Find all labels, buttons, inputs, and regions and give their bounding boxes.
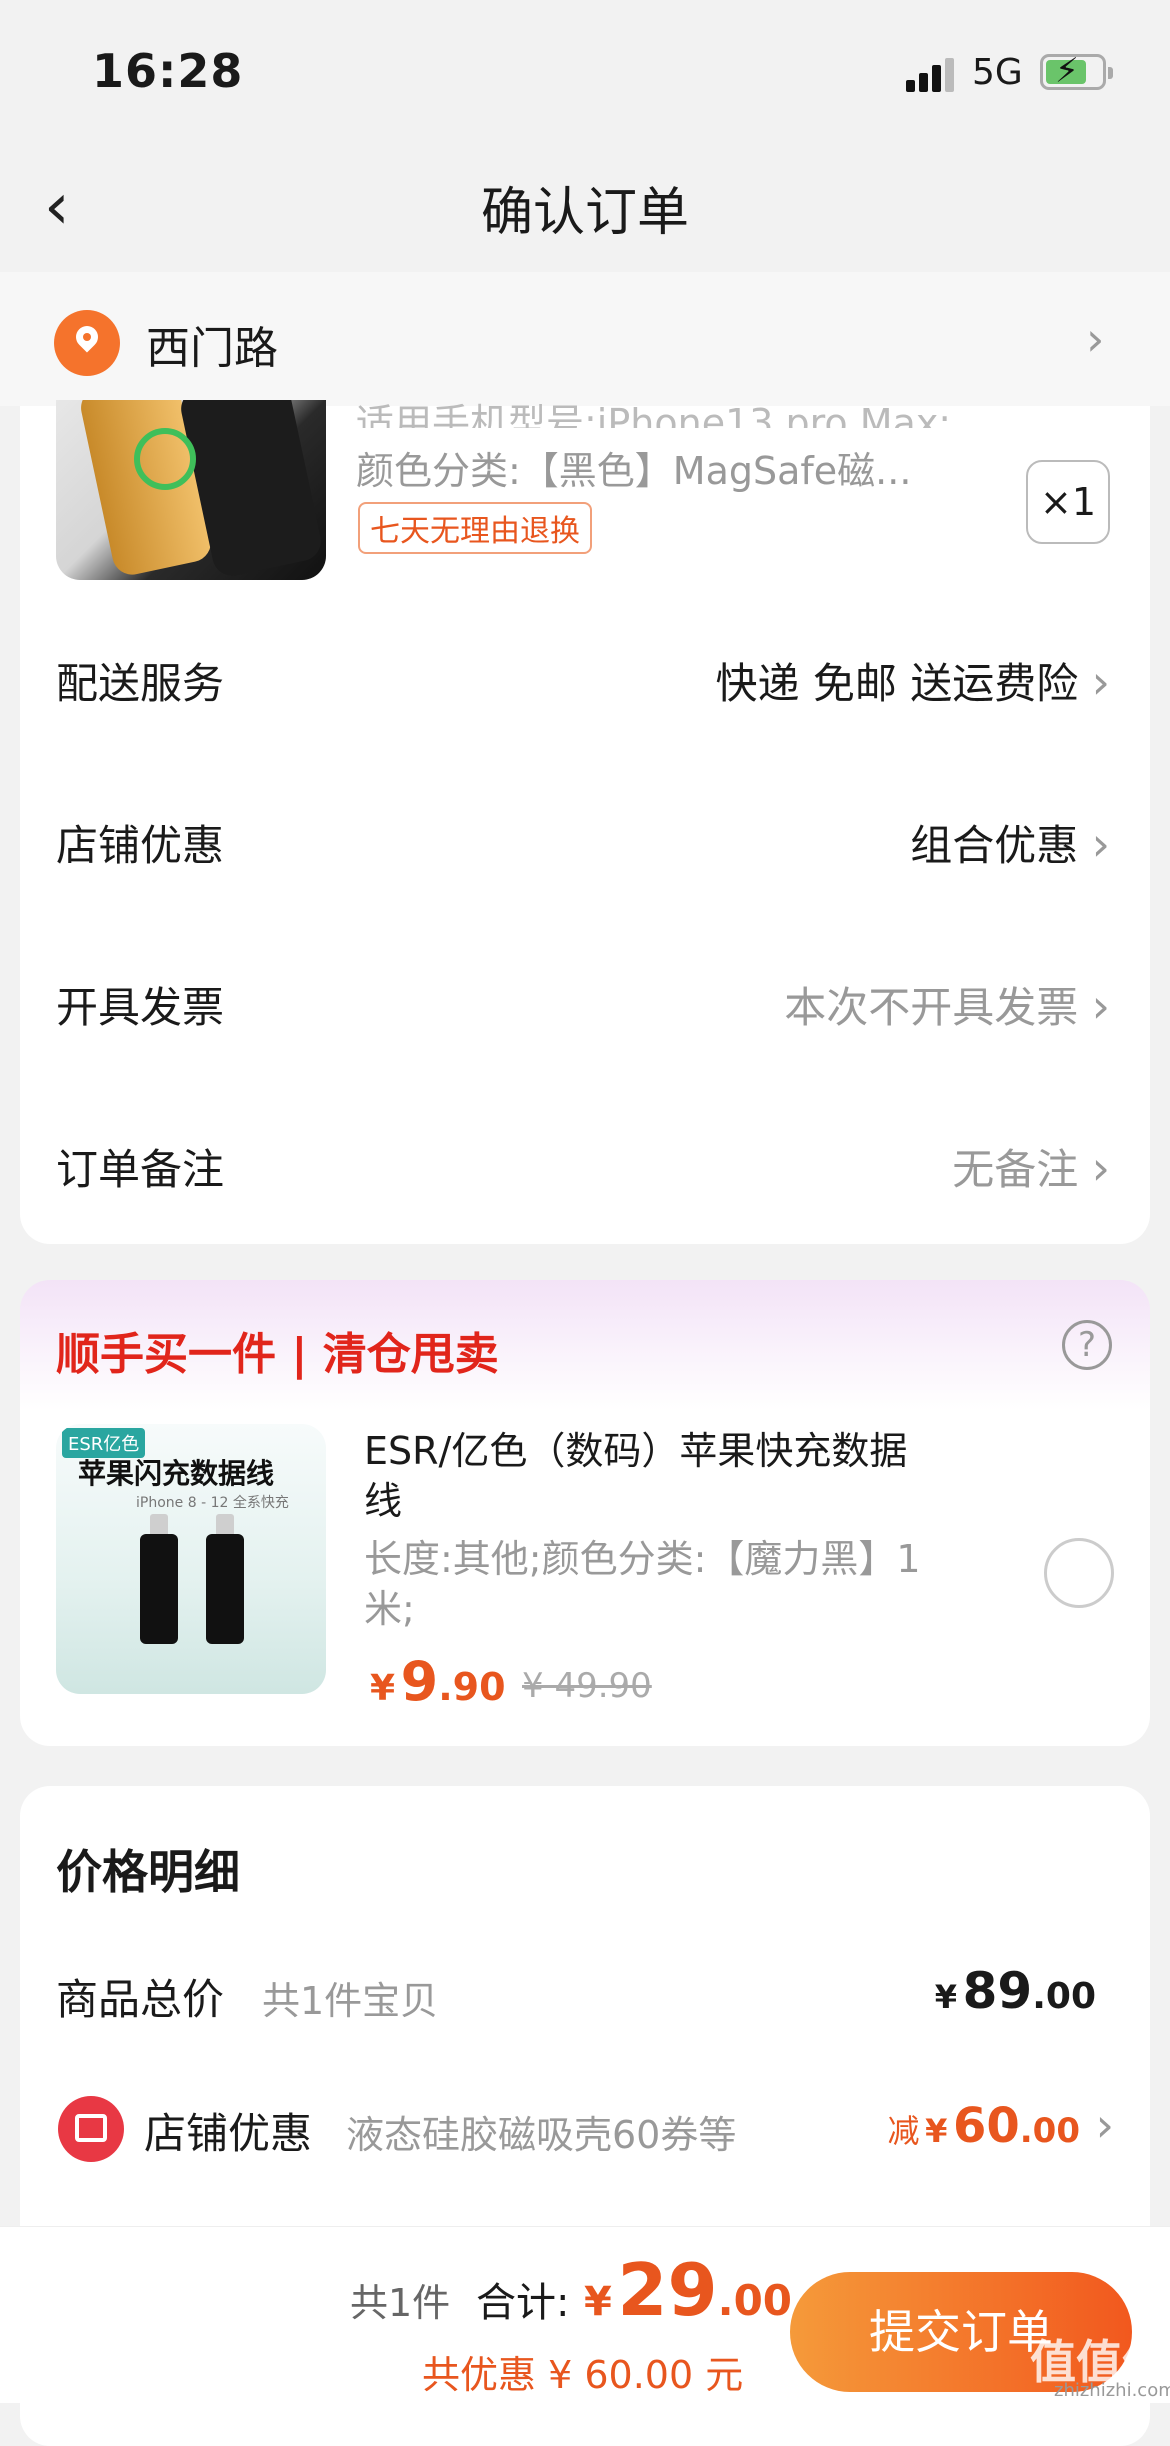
currency-symbol: ¥ [370, 1668, 396, 1709]
shop-discount-detail-label: 店铺优惠 [144, 2109, 313, 2158]
address-chevron-icon: › [1086, 312, 1105, 366]
note-label: 订单备注 [56, 1145, 225, 1194]
note-value-text: 无备注 [952, 1145, 1079, 1194]
status-time: 16:28 [92, 44, 244, 98]
quantity-button[interactable]: ×1 [1026, 460, 1110, 544]
amount-dec: .00 [1019, 2111, 1080, 2151]
total-discount: 共优惠 ¥ 60.00 元 [422, 2353, 744, 2397]
chevron-right-icon: › [1091, 1141, 1110, 1195]
goods-count: 共1件宝贝 [262, 1979, 439, 2023]
chevron-right-icon: › [1091, 817, 1110, 871]
image-subline: iPhone 8 - 12 全系快充 [136, 1495, 289, 1511]
page-title: 确认订单 [480, 183, 689, 243]
shop-discount-amount[interactable]: 减 ¥ 60.00 [888, 2098, 1080, 2154]
amount-dec: .00 [717, 2276, 793, 2325]
upsell-product-image[interactable]: ESR亿色 苹果闪充数据线 iPhone 8 - 12 全系快充 [56, 1424, 326, 1694]
currency-symbol: ¥ [584, 2279, 612, 2325]
delivery-value-text: 快递 免邮 送运费险 [715, 659, 1079, 708]
upsell-price: ¥ 9.90 [370, 1650, 506, 1713]
goods-total-label: 商品总价 [56, 1975, 225, 2024]
amount-int: 29 [617, 2248, 718, 2332]
shop-discount-label: 店铺优惠 [56, 821, 225, 870]
upsell-original-price: ¥ 49.90 [522, 1666, 652, 1706]
price-detail-title: 价格明细 [56, 1845, 240, 1899]
product-spec: 颜色分类:【黑色】MagSafe磁... [356, 449, 912, 493]
battery-icon: ⚡ [1040, 51, 1113, 91]
invoice-label: 开具发票 [56, 983, 225, 1032]
amount-dec: .00 [1032, 1976, 1096, 2017]
invoice-value[interactable]: 本次不开具发票 › [784, 974, 1110, 1035]
shop-discount-detail-sub: 液态硅胶磁吸壳60券等 [346, 2113, 737, 2157]
price-dec: .90 [438, 1665, 506, 1709]
total-label: 合计: [476, 2280, 570, 2326]
amount-int: 89 [962, 1962, 1033, 2020]
chevron-right-icon[interactable]: › [1096, 2098, 1114, 2152]
network-label: 5G [972, 52, 1023, 93]
chevron-right-icon: › [1091, 655, 1110, 709]
goods-total-amount: ¥ 89.00 [935, 1962, 1096, 2020]
address-text: 西门路 [146, 323, 278, 374]
signal-icon [906, 56, 962, 92]
help-icon[interactable]: ? [1062, 1320, 1112, 1370]
currency-symbol: ¥ [925, 2112, 948, 2150]
item-count: 共1件 [350, 2281, 451, 2325]
product-image[interactable] [56, 400, 326, 580]
amount-int: 60 [952, 2098, 1020, 2154]
shop-discount-value[interactable]: 组合优惠 › [910, 812, 1110, 873]
shop-discount-value-text: 组合优惠 [910, 821, 1079, 870]
delivery-label: 配送服务 [56, 659, 225, 708]
total-amount: ¥ 29.00 [584, 2248, 792, 2332]
shop-icon [58, 2096, 124, 2162]
image-headline: 苹果闪充数据线 [78, 1457, 275, 1490]
location-pin-icon [54, 310, 120, 376]
return-badge: 七天无理由退换 [358, 502, 592, 554]
upsell-select-radio[interactable] [1044, 1538, 1114, 1608]
upsell-product-spec: 长度:其他;颜色分类:【魔力黑】1米; [364, 1537, 921, 1631]
product-spec-model: 适用手机型号:iPhone13 pro Max; [356, 401, 952, 428]
upsell-product-name: ESR/亿色（数码）苹果快充数据线 [364, 1429, 908, 1523]
discount-prefix: 减 [887, 2112, 920, 2150]
chevron-right-icon: › [1091, 979, 1110, 1033]
delivery-value[interactable]: 快递 免邮 送运费险 › [716, 650, 1110, 711]
currency-symbol: ¥ [934, 1978, 958, 2016]
invoice-value-text: 本次不开具发票 [784, 983, 1079, 1032]
upsell-title: 顺手买一件 | 清仓甩卖 [56, 1329, 499, 1380]
price-int: 9 [400, 1650, 439, 1713]
note-value[interactable]: 无备注 › [952, 1136, 1110, 1197]
watermark-url: zhizhizhi.com [1054, 2380, 1170, 2401]
